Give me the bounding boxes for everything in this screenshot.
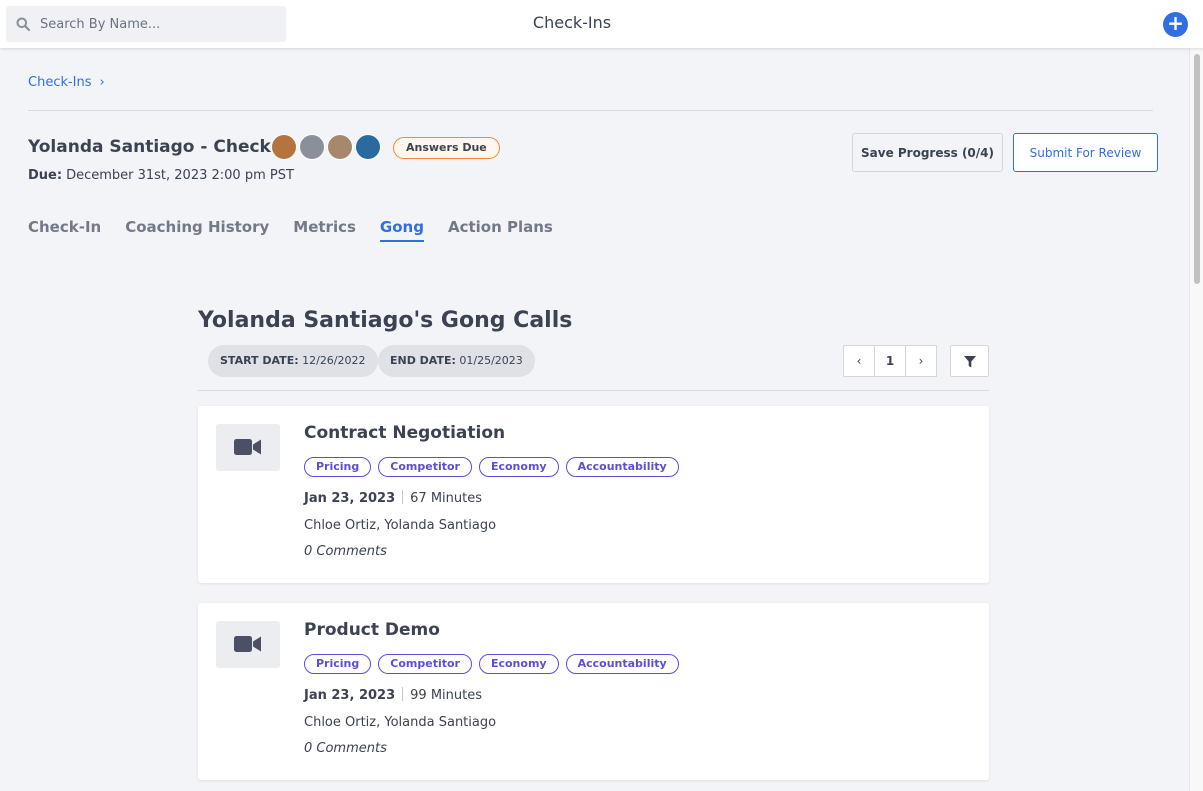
call-meta: Jan 23, 2023 99 Minutes bbox=[304, 687, 482, 703]
call-title[interactable]: Product Demo bbox=[304, 620, 440, 640]
call-card[interactable]: Product Demo Pricing Competitor Economy Acco… bbox=[198, 603, 989, 780]
due-label: Due: bbox=[28, 168, 63, 183]
call-title[interactable]: Contract Negotiation bbox=[304, 423, 505, 443]
topic-tag[interactable]: Pricing bbox=[304, 457, 372, 477]
due-date: Due: December 31st, 2023 2:00 pm PST bbox=[28, 168, 294, 183]
page-title: Check-Ins bbox=[532, 13, 612, 32]
scrollbar-thumb[interactable] bbox=[1194, 54, 1200, 284]
filter-icon bbox=[964, 356, 976, 368]
section-title: Yolanda Santiago's Gong Calls bbox=[198, 308, 573, 333]
end-date-chip[interactable]: END DATE: 01/25/2023 bbox=[378, 345, 535, 377]
submit-for-review-button[interactable]: Submit For Review bbox=[1013, 133, 1158, 172]
breadcrumb: Check-Ins › bbox=[28, 75, 105, 90]
avatar-group bbox=[271, 134, 383, 160]
topic-tag[interactable]: Competitor bbox=[378, 654, 472, 674]
video-thumbnail[interactable] bbox=[216, 424, 280, 471]
start-date-label: START DATE: bbox=[220, 354, 299, 367]
call-meta: Jan 23, 2023 67 Minutes bbox=[304, 490, 482, 506]
divider bbox=[198, 390, 989, 391]
avatar[interactable] bbox=[271, 134, 297, 160]
call-participants: Chloe Ortiz, Yolanda Santiago bbox=[304, 715, 497, 730]
video-camera-icon bbox=[234, 439, 261, 455]
start-date-chip[interactable]: START DATE: 12/26/2022 bbox=[208, 345, 378, 377]
tab-coaching-history[interactable]: Coaching History bbox=[125, 218, 269, 242]
chevron-right-icon: › bbox=[918, 354, 924, 368]
call-participants: Chloe Ortiz, Yolanda Santiago bbox=[304, 518, 497, 533]
prev-page-button[interactable]: ‹ bbox=[843, 345, 875, 377]
page-number[interactable]: 1 bbox=[874, 345, 906, 377]
call-date: Jan 23, 2023 bbox=[304, 688, 396, 703]
comment-count[interactable]: 0 Comments bbox=[304, 544, 387, 559]
filter-button[interactable] bbox=[950, 345, 989, 377]
video-thumbnail[interactable] bbox=[216, 621, 280, 668]
tab-check-in[interactable]: Check-In bbox=[28, 218, 101, 242]
topic-tag[interactable]: Accountability bbox=[565, 457, 679, 477]
chevron-left-icon: ‹ bbox=[856, 354, 862, 368]
call-duration: 99 Minutes bbox=[410, 688, 482, 703]
due-value: December 31st, 2023 2:00 pm PST bbox=[66, 168, 294, 183]
pagination: ‹ 1 › bbox=[843, 345, 937, 377]
tab-action-plans[interactable]: Action Plans bbox=[448, 218, 553, 242]
topic-tag[interactable]: Competitor bbox=[378, 457, 472, 477]
end-date-value: 01/25/2023 bbox=[459, 354, 523, 367]
end-date-label: END DATE: bbox=[390, 354, 456, 367]
top-bar: Check-Ins + bbox=[0, 0, 1203, 48]
check-in-title: Yolanda Santiago - Check-In bbox=[28, 137, 297, 157]
tag-list: Pricing Competitor Economy Accountability bbox=[304, 457, 686, 477]
plus-icon: + bbox=[1167, 11, 1184, 35]
status-badge: Answers Due bbox=[393, 137, 500, 159]
tab-gong[interactable]: Gong bbox=[379, 218, 424, 242]
add-button[interactable]: + bbox=[1163, 12, 1188, 37]
topic-tag[interactable]: Economy bbox=[478, 457, 559, 477]
divider bbox=[28, 110, 1153, 111]
topic-tag[interactable]: Accountability bbox=[565, 654, 679, 674]
tab-bar: Check-In Coaching History Metrics Gong Actio… bbox=[28, 218, 577, 242]
start-date-value: 12/26/2022 bbox=[302, 354, 366, 367]
call-duration: 67 Minutes bbox=[410, 491, 482, 506]
separator bbox=[402, 490, 404, 504]
separator bbox=[402, 687, 404, 701]
scrollbar[interactable] bbox=[1189, 48, 1203, 791]
comment-count[interactable]: 0 Comments bbox=[304, 741, 387, 756]
tab-metrics[interactable]: Metrics bbox=[293, 218, 356, 242]
avatar[interactable] bbox=[355, 134, 381, 160]
video-camera-icon bbox=[234, 636, 261, 652]
avatar[interactable] bbox=[299, 134, 325, 160]
call-card[interactable]: Contract Negotiation Pricing Competitor Eco… bbox=[198, 406, 989, 583]
call-date: Jan 23, 2023 bbox=[304, 491, 396, 506]
chevron-right-icon: › bbox=[99, 75, 105, 90]
avatar[interactable] bbox=[327, 134, 353, 160]
next-page-button[interactable]: › bbox=[905, 345, 937, 377]
breadcrumb-link-check-ins[interactable]: Check-Ins bbox=[28, 75, 92, 90]
topic-tag[interactable]: Pricing bbox=[304, 654, 372, 674]
tag-list: Pricing Competitor Economy Accountability bbox=[304, 654, 686, 674]
topic-tag[interactable]: Economy bbox=[478, 654, 559, 674]
save-progress-button[interactable]: Save Progress (0/4) bbox=[852, 133, 1003, 172]
